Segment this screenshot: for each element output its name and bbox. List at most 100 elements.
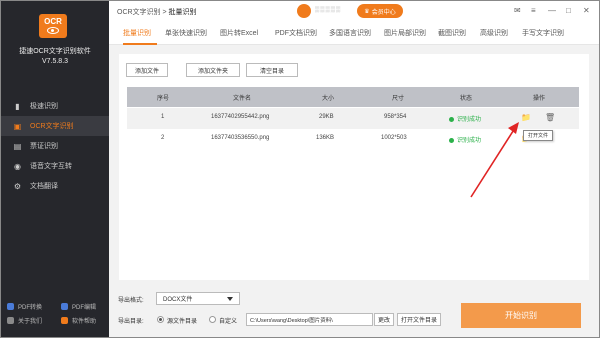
sidebar-item-fast-recognition[interactable]: ▮ 极速识别 (1, 96, 109, 116)
custom-dir-label: 自定义 (219, 319, 238, 325)
sidebar-bottom-links: PDF转换 PDF编辑 关于我们 软件帮助 (1, 299, 109, 327)
add-file-button[interactable]: 添加文件 (126, 63, 168, 77)
help-label: 软件帮助 (72, 318, 97, 325)
pdf-convert-icon (7, 302, 14, 310)
voice-icon: ◉ (14, 161, 21, 171)
sidebar-item-label: OCR文字识别 (30, 123, 74, 130)
table-row[interactable]: 1 16377402955442.png 29KB 958*354 识别成功 📁… (127, 108, 579, 129)
sidebar: OCR 捷速OCR文字识别软件 V7.5.8.3 ▮ 极速识别 ▣ OCR文字识… (1, 1, 109, 337)
col-index: 序号 (157, 96, 170, 102)
sidebar-item-translate[interactable]: ⚙ 文档翻译 (1, 176, 109, 196)
app-version: V7.5.8.3 (41, 58, 69, 65)
open-dir-button[interactable]: 打开文件目录 (397, 313, 441, 326)
add-folder-button[interactable]: 添加文件夹 (186, 63, 240, 77)
col-filename: 文件名 (233, 96, 252, 102)
close-icon[interactable]: ✕ (583, 6, 590, 15)
col-actions: 操作 (533, 96, 546, 102)
ocr-icon: ▣ (13, 121, 22, 131)
row-size: 29KB (319, 114, 334, 120)
chevron-down-icon (227, 297, 233, 301)
pdf-convert-label: PDF转换 (18, 304, 43, 311)
export-format-select[interactable]: DOCX文件 (156, 292, 240, 305)
row-filename: 16377402955442.png (211, 114, 270, 120)
tab-pdf-doc[interactable]: PDF文档识别 (275, 28, 317, 38)
row-status-text: 识别成功 (457, 117, 482, 123)
breadcrumb: OCR文字识别 > 批量识别 (117, 7, 197, 17)
source-dir-label: 源文件目录 (167, 319, 198, 325)
sidebar-item-voice[interactable]: ◉ 语音文字互转 (1, 156, 109, 176)
app-name: 捷速OCR文字识别软件 (19, 48, 91, 55)
menu-icon[interactable]: ≡ (531, 6, 536, 15)
tab-partial[interactable]: 图片局部识别 (384, 28, 426, 38)
member-center-label: 会员中心 (371, 9, 396, 16)
change-dir-button[interactable]: 更改 (374, 313, 394, 326)
output-dir-label: 导出目录: (118, 319, 144, 325)
minimize-icon[interactable]: — (548, 6, 556, 15)
export-format-label: 导出格式: (118, 298, 144, 304)
translate-icon: ⚙ (13, 181, 22, 191)
tab-single-fast[interactable]: 单张快速识别 (165, 28, 207, 38)
col-status: 状态 (460, 96, 473, 102)
success-dot-icon (449, 137, 454, 143)
row-status: 识别成功 (449, 114, 481, 123)
sidebar-nav: ▮ 极速识别 ▣ OCR文字识别 ▤ 票证识别 ◉ 语音文字互转 ⚙ 文档翻译 (1, 96, 109, 196)
maximize-icon[interactable]: □ (566, 6, 571, 15)
logo-text: OCR (44, 17, 62, 26)
help-link[interactable]: 软件帮助 (55, 316, 109, 325)
open-file-tooltip: 打开文件 (523, 130, 553, 141)
row-dimensions: 1002*503 (381, 135, 407, 141)
tab-advanced[interactable]: 高级识别 (480, 28, 508, 38)
pdf-edit-icon (61, 302, 68, 310)
sidebar-item-label: 票证识别 (30, 143, 58, 150)
sidebar-item-label: 文档翻译 (30, 183, 58, 190)
pdf-convert-link[interactable]: PDF转换 (1, 302, 55, 311)
custom-dir-radio[interactable] (209, 316, 216, 323)
info-icon (7, 316, 14, 324)
col-size: 大小 (322, 96, 335, 102)
pdf-edit-label: PDF编辑 (72, 304, 97, 311)
open-folder-icon[interactable]: 📁 (521, 113, 531, 122)
tab-screenshot[interactable]: 截图识别 (438, 28, 466, 38)
member-center-button[interactable]: ♛ 会员中心 (357, 4, 403, 18)
tab-image-to-excel[interactable]: 图片转Excel (220, 28, 258, 38)
eye-icon (47, 27, 59, 34)
sidebar-item-label: 语音文字互转 (30, 163, 72, 170)
sidebar-item-label: 极速识别 (30, 103, 58, 110)
delete-icon[interactable]: 🗑 (545, 113, 555, 122)
avatar[interactable] (297, 4, 311, 18)
tab-multilang[interactable]: 多国语言识别 (329, 28, 371, 38)
row-status-text: 识别成功 (457, 138, 482, 144)
title-bar: OCR文字识别 > 批量识别 (109, 1, 599, 23)
sidebar-item-ticket[interactable]: ▤ 票证识别 (1, 136, 109, 156)
help-icon (61, 316, 68, 324)
output-path-field[interactable]: C:\Users\wang\Desktop\图片资料\ (246, 313, 373, 326)
bookmark-icon: ▮ (15, 101, 20, 111)
tab-batch[interactable]: 批量识别 (123, 28, 151, 38)
table-row[interactable]: 2 16377403536550.png 136KB 1002*503 识别成功… (127, 129, 579, 150)
row-filename: 16377403536550.png (211, 135, 270, 141)
table-header: 序号 文件名 大小 尺寸 状态 操作 (127, 87, 579, 107)
tab-bar: 批量识别 单张快速识别 图片转Excel PDF文档识别 多国语言识别 图片局部… (109, 23, 599, 45)
breadcrumb-current: 批量识别 (168, 9, 197, 16)
export-format-value: DOCX文件 (163, 297, 193, 303)
app-logo: OCR (39, 14, 67, 38)
sidebar-item-ocr[interactable]: ▣ OCR文字识别 (1, 116, 109, 136)
row-dimensions: 958*354 (384, 114, 407, 120)
row-status: 识别成功 (449, 135, 481, 144)
row-size: 136KB (316, 135, 335, 141)
source-dir-radio[interactable] (157, 316, 164, 323)
breadcrumb-separator: > (160, 9, 169, 16)
pdf-edit-link[interactable]: PDF编辑 (55, 302, 109, 311)
tab-handwriting[interactable]: 手写文字识别 (522, 28, 564, 38)
clear-list-button[interactable]: 清空目录 (246, 63, 298, 77)
crown-icon: ♛ (364, 8, 370, 15)
breadcrumb-root: OCR文字识别 (117, 9, 161, 16)
row-index: 1 (161, 114, 165, 120)
col-dimensions: 尺寸 (392, 96, 405, 102)
mail-icon[interactable]: ✉ (514, 6, 521, 15)
user-name-blurred: ▒▒▒▒▒ (315, 7, 342, 13)
row-index: 2 (161, 135, 165, 141)
about-link[interactable]: 关于我们 (1, 316, 55, 325)
start-recognition-button[interactable]: 开始识别 (461, 303, 581, 328)
ticket-icon: ▤ (13, 141, 22, 151)
